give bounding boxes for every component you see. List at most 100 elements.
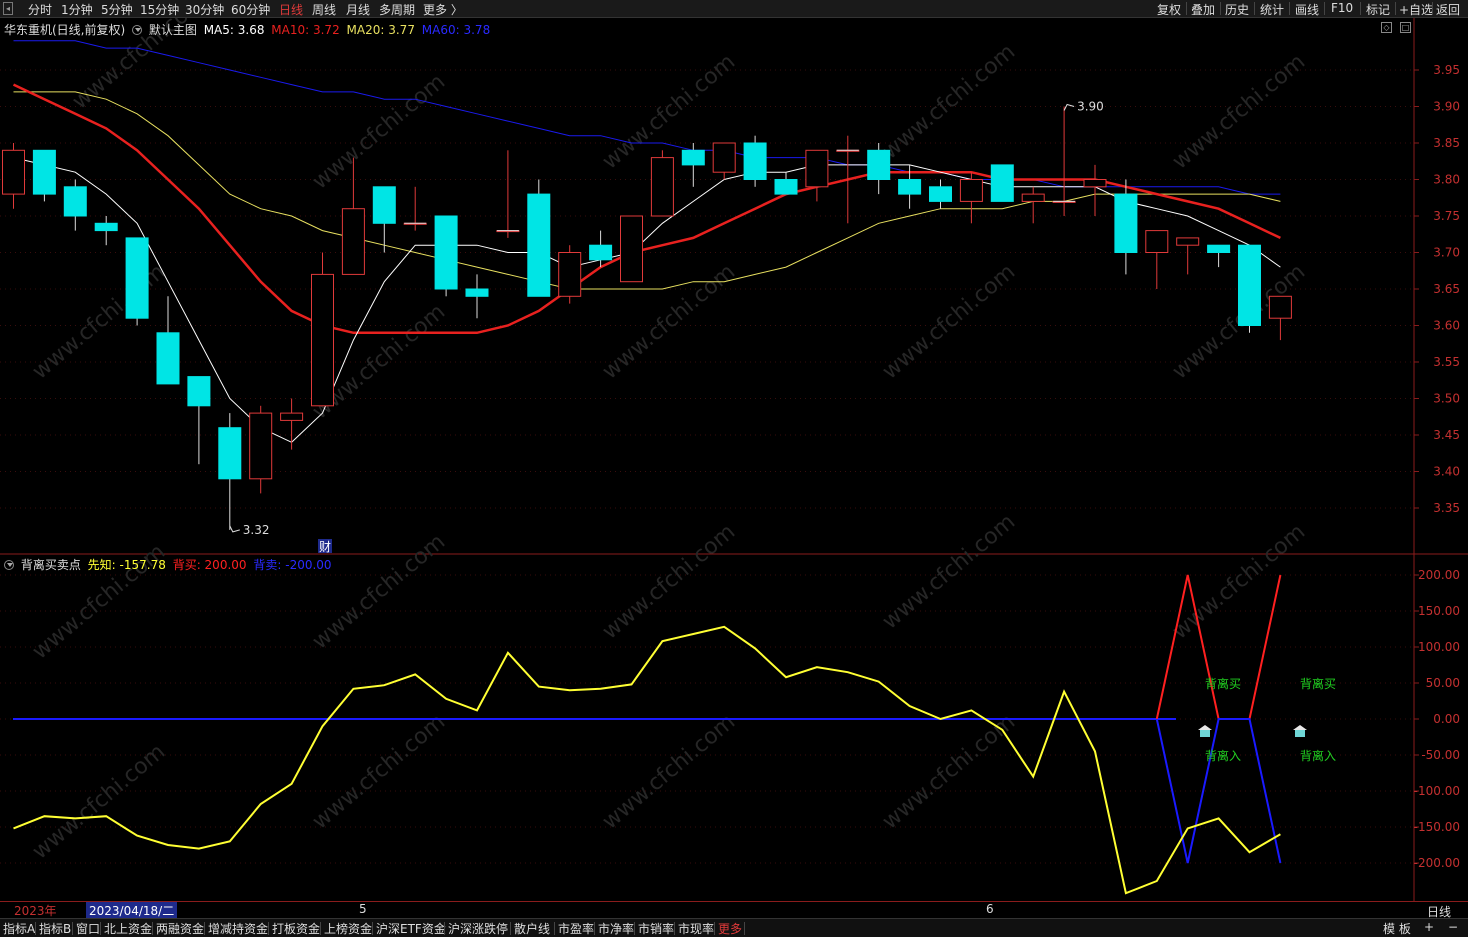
template-dropdown-icon[interactable]	[132, 25, 143, 35]
candle	[929, 179, 952, 209]
osc-tick-label: 100.00	[1418, 640, 1460, 654]
osc-tick-label: -200.00	[1414, 856, 1460, 870]
tab-60min[interactable]: 60分钟	[231, 1, 270, 18]
candle-body-up	[2, 149, 25, 195]
bottom-tab-3[interactable]: 北上资金	[104, 920, 152, 937]
restore-icon[interactable]: □	[1400, 22, 1411, 33]
watermark-text: www.cfchi.com	[28, 739, 170, 864]
price-tick-label: 3.50	[1433, 392, 1460, 406]
f10-button[interactable]: F10	[1331, 1, 1353, 15]
stock-title[interactable]: 华东重机(日线,前复权)	[4, 23, 125, 37]
candle	[1145, 230, 1169, 289]
bottom-tab-5[interactable]: 增减持资金	[208, 920, 268, 937]
candle-body-up	[712, 142, 736, 173]
diamond-icon[interactable]: ◇	[1381, 22, 1392, 33]
tab-weekly[interactable]: 周线	[312, 1, 336, 18]
price-tick-label: 3.80	[1433, 173, 1460, 187]
candle	[867, 143, 891, 195]
candle-body-down	[1114, 193, 1138, 254]
house-roof	[1198, 725, 1212, 730]
candle-body-down	[156, 332, 180, 385]
bottom-tab-14[interactable]: 市现率	[678, 920, 714, 937]
bottom-tab-6[interactable]: 打板资金	[272, 920, 320, 937]
stats-button[interactable]: 统计	[1260, 1, 1284, 18]
candle	[249, 405, 273, 494]
kline-chart[interactable]: www.cfchi.com www.cfchi.com www.cfchi.com w…	[0, 18, 1468, 901]
bottom-tab-0[interactable]: 指标A	[3, 920, 35, 937]
indicator-name[interactable]: 背离买卖点	[21, 558, 81, 572]
candle-body-up	[1083, 179, 1107, 188]
candle	[465, 274, 489, 319]
bottom-tab-11[interactable]: 市盈率	[558, 920, 594, 937]
zoom-in-button[interactable]: +	[1424, 920, 1434, 934]
bottom-tab-10[interactable]: 散户线	[514, 920, 550, 937]
bottom-tab-9[interactable]: 沪深涨跌停	[448, 920, 508, 937]
high-label: 3.90	[1077, 100, 1104, 114]
tab-5min[interactable]: 5分钟	[101, 1, 133, 18]
price-tick-label: 3.65	[1433, 282, 1460, 296]
bottom-tab-8[interactable]: 沪深ETF资金	[376, 920, 446, 937]
tab-separator	[714, 922, 715, 935]
watermark-text: www.cfchi.com	[878, 509, 1020, 634]
tab-daily[interactable]: 日线	[279, 1, 303, 18]
indicator-dropdown-icon[interactable]	[4, 560, 14, 570]
bottom-tab-13[interactable]: 市销率	[638, 920, 674, 937]
candle-body-up	[959, 179, 983, 202]
template-label[interactable]: 默认主图	[149, 23, 197, 37]
candle	[1021, 186, 1045, 224]
candle	[1176, 237, 1200, 275]
overlay-button[interactable]: 叠加	[1191, 1, 1215, 18]
candle-body-down	[774, 179, 798, 195]
history-button[interactable]: 历史	[1225, 1, 1249, 18]
price-tick-label: 3.40	[1433, 465, 1460, 479]
tab-separator	[444, 922, 445, 935]
tab-separator	[554, 922, 555, 935]
template-button[interactable]: 模 板	[1383, 920, 1411, 937]
house-icon	[1198, 725, 1212, 737]
candle-body-down	[1238, 244, 1261, 326]
candle	[743, 135, 767, 187]
zoom-out-button[interactable]: −	[1448, 920, 1458, 934]
tab-15min[interactable]: 15分钟	[140, 1, 179, 18]
tab-fenshi[interactable]: 分时	[28, 1, 52, 18]
draw-button[interactable]: 画线	[1295, 1, 1319, 18]
bottom-tab-12[interactable]: 市净率	[598, 920, 634, 937]
candle-body-down	[465, 288, 489, 297]
signal-buy-label: 背离买	[1205, 676, 1241, 691]
tab-separator	[674, 922, 675, 935]
watermark-text: www.cfchi.com	[878, 259, 1020, 384]
bottom-tab-2[interactable]: 窗口	[76, 920, 100, 937]
window-menu-icon[interactable]: ◂	[3, 2, 13, 15]
candle-body-up	[620, 215, 643, 283]
house-body	[1200, 730, 1210, 737]
bottom-tab-15[interactable]: 更多	[718, 920, 742, 937]
candle	[187, 376, 211, 465]
mark-button[interactable]: 标记	[1366, 1, 1390, 18]
candle-body-down	[63, 186, 87, 217]
tab-separator	[594, 922, 595, 935]
ma60-value: MA60: 3.78	[421, 23, 491, 37]
tab-monthly[interactable]: 月线	[346, 1, 370, 18]
tab-more[interactable]: 更多 〉	[423, 1, 463, 18]
bottom-tab-1[interactable]: 指标B	[39, 920, 71, 937]
candle	[434, 215, 458, 297]
tab-30min[interactable]: 30分钟	[185, 1, 224, 18]
tab-1min[interactable]: 1分钟	[61, 1, 93, 18]
candle-body-down	[434, 215, 458, 290]
add-watchlist-button[interactable]: +自选	[1399, 1, 1433, 18]
candle-body-up	[650, 157, 674, 217]
candle-body-down	[527, 193, 551, 297]
bottom-tab-7[interactable]: 上榜资金	[324, 920, 372, 937]
candle-body-down	[372, 186, 396, 224]
back-button[interactable]: 返回	[1436, 1, 1460, 18]
candle	[1114, 179, 1138, 275]
fuquan-button[interactable]: 复权	[1157, 1, 1181, 18]
price-tick-label: 3.55	[1433, 355, 1460, 369]
tab-separator	[35, 922, 36, 935]
candle	[403, 186, 427, 231]
candle	[1207, 244, 1231, 268]
tab-multi-period[interactable]: 多周期	[379, 1, 415, 18]
bottom-tab-4[interactable]: 两融资金	[156, 920, 204, 937]
indicator-legend: 背离买卖点 先知: -157.78 背买: 200.00 背卖: -200.00	[4, 556, 335, 573]
tab-separator	[320, 922, 321, 935]
